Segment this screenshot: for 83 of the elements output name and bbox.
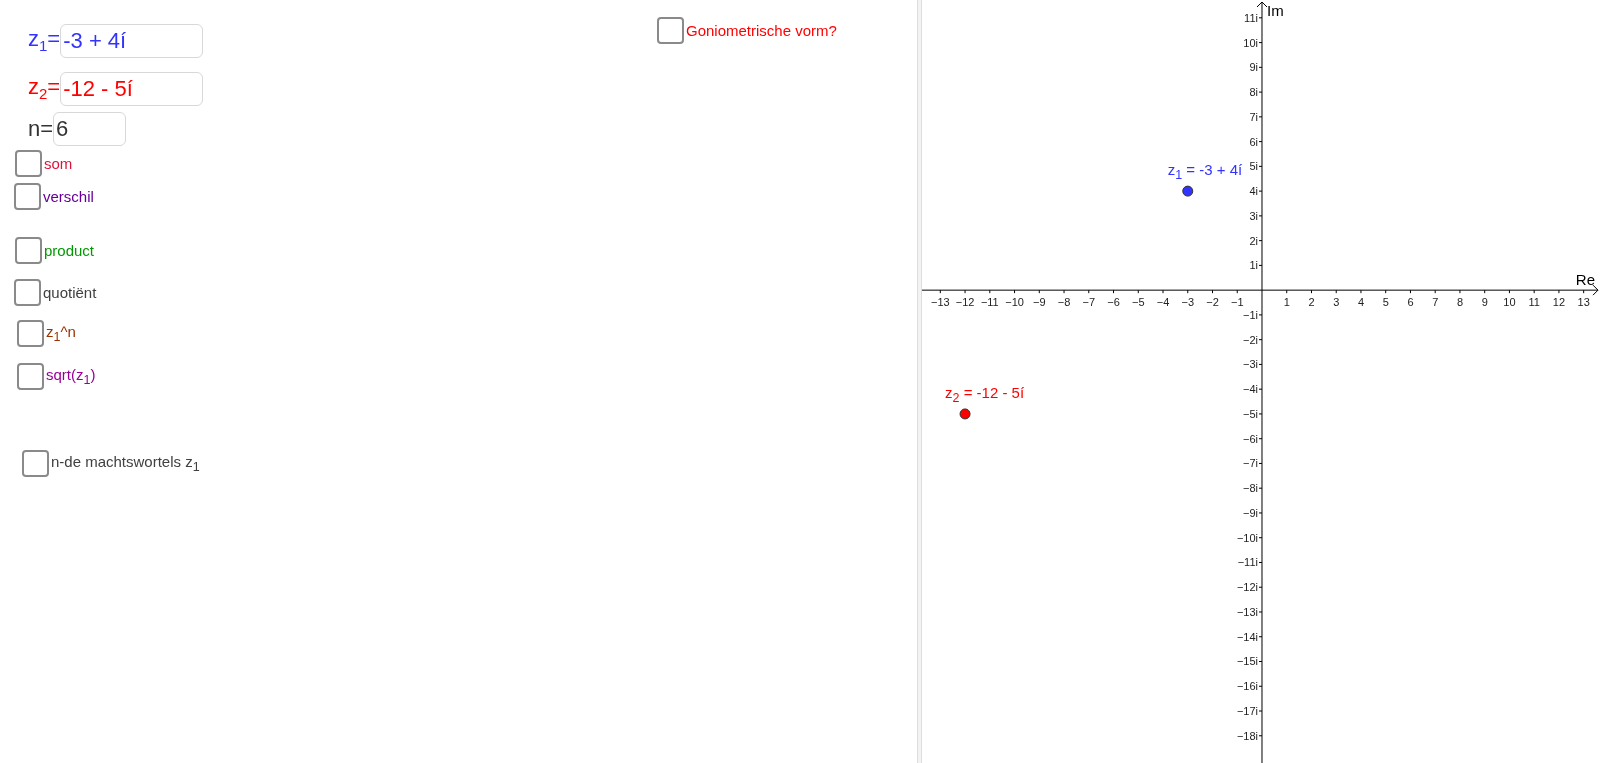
tick-label: −1 [1230, 296, 1244, 309]
tick-label: −8 [1057, 296, 1071, 309]
tick-label: 8i [1249, 86, 1258, 99]
tick-label: 2 [1308, 296, 1315, 309]
checkbox[interactable] [657, 17, 684, 44]
tick-label: −3 [1181, 296, 1195, 309]
tick-label: −6 [1107, 296, 1120, 309]
tick-label: 9i [1249, 61, 1258, 74]
axis-label: Re [1575, 271, 1595, 289]
tick-label: −10i [1236, 531, 1258, 544]
checkbox[interactable] [14, 279, 41, 306]
tick-label: −5i [1243, 407, 1258, 420]
input-field[interactable]: -12 - 5í [60, 72, 204, 106]
tick-label: −17i [1236, 705, 1258, 717]
tick-label: −14i [1236, 630, 1258, 643]
checkbox-label: quotiënt [43, 284, 97, 301]
checkbox[interactable] [15, 150, 42, 177]
tick-label: −7 [1082, 296, 1096, 309]
tick-label: 7i [1249, 110, 1258, 123]
tick-label: −10 [1005, 296, 1024, 309]
checkbox[interactable] [17, 363, 44, 390]
tick-label: −12i [1236, 581, 1258, 594]
tick-label: −1i [1243, 308, 1258, 321]
tick-label: −6i [1243, 432, 1258, 445]
checkbox-label: Goniometrische vorm? [686, 22, 837, 39]
tick-label: 5i [1249, 160, 1258, 173]
input-label: z$_{1}$= [28, 28, 61, 54]
tick-label: −9i [1243, 506, 1258, 519]
tick-label: 6i [1249, 135, 1258, 148]
checkbox-label: product [44, 242, 95, 259]
input-field[interactable]: 6 [53, 112, 127, 146]
point-marker[interactable] [1182, 185, 1194, 197]
tick-label: 9 [1481, 296, 1488, 309]
tick-label: −3i [1243, 358, 1258, 371]
tick-label: 7 [1432, 296, 1439, 309]
input-label: n= [28, 118, 54, 140]
checkbox[interactable] [17, 320, 44, 347]
tick-label: 4 [1357, 296, 1365, 309]
point-marker[interactable] [959, 408, 971, 420]
axis-label: Im [1267, 2, 1284, 19]
checkbox-label: som [44, 155, 73, 172]
tick-label: 13 [1577, 296, 1590, 309]
input-label: z$_{2}$= [28, 76, 61, 102]
tick-label: −12 [955, 296, 975, 309]
tick-label: −11i [1237, 556, 1258, 569]
tick-label: −4 [1156, 296, 1170, 309]
tick-label: 11 [1528, 296, 1540, 309]
tick-label: 3 [1333, 296, 1340, 309]
tick-label: 8 [1456, 296, 1463, 309]
checkbox-label: n-de machtswortels z$_{1}$ [51, 453, 200, 474]
input-field[interactable]: -3 + 4í [60, 24, 204, 58]
tick-label: −5 [1132, 296, 1145, 309]
tick-label: −16i [1236, 680, 1258, 693]
tick-label: 10 [1503, 296, 1516, 309]
tick-label: −18i [1236, 729, 1258, 742]
checkbox[interactable] [14, 183, 41, 210]
tick-label: −13 [931, 296, 950, 309]
tick-label: −7i [1243, 457, 1258, 470]
tick-label: −8i [1243, 482, 1258, 495]
tick-label: 11i [1244, 11, 1258, 24]
tick-label: 12 [1552, 296, 1566, 309]
tick-label: 1 [1283, 296, 1290, 309]
tick-label: 2i [1249, 234, 1258, 247]
tick-label: −4i [1243, 383, 1258, 396]
tick-label: 3i [1249, 209, 1258, 222]
point-label: z$_{1}$ = -3 + 4í [1167, 161, 1243, 183]
tick-label: −2i [1243, 333, 1258, 346]
tick-label: −9 [1033, 296, 1046, 309]
tick-label: 10i [1243, 36, 1258, 49]
tick-label: 1i [1249, 259, 1258, 272]
tick-label: 4i [1249, 185, 1258, 198]
tick-label: −13i [1236, 606, 1258, 618]
checkbox[interactable] [15, 237, 42, 264]
tick-label: −15i [1236, 655, 1258, 668]
tick-label: 6 [1407, 296, 1414, 309]
tick-label: −2 [1206, 296, 1219, 309]
checkbox-label: verschil [43, 188, 94, 205]
tick-label: 5 [1382, 296, 1389, 309]
tick-label: −11 [980, 296, 999, 309]
checkbox-label: sqrt(z$_{1}$) [46, 366, 96, 387]
point-label: z$_{2}$ = -12 - 5í [945, 383, 1025, 405]
checkbox[interactable] [22, 450, 49, 477]
checkbox-label: z$_{1}$^n [46, 323, 76, 344]
